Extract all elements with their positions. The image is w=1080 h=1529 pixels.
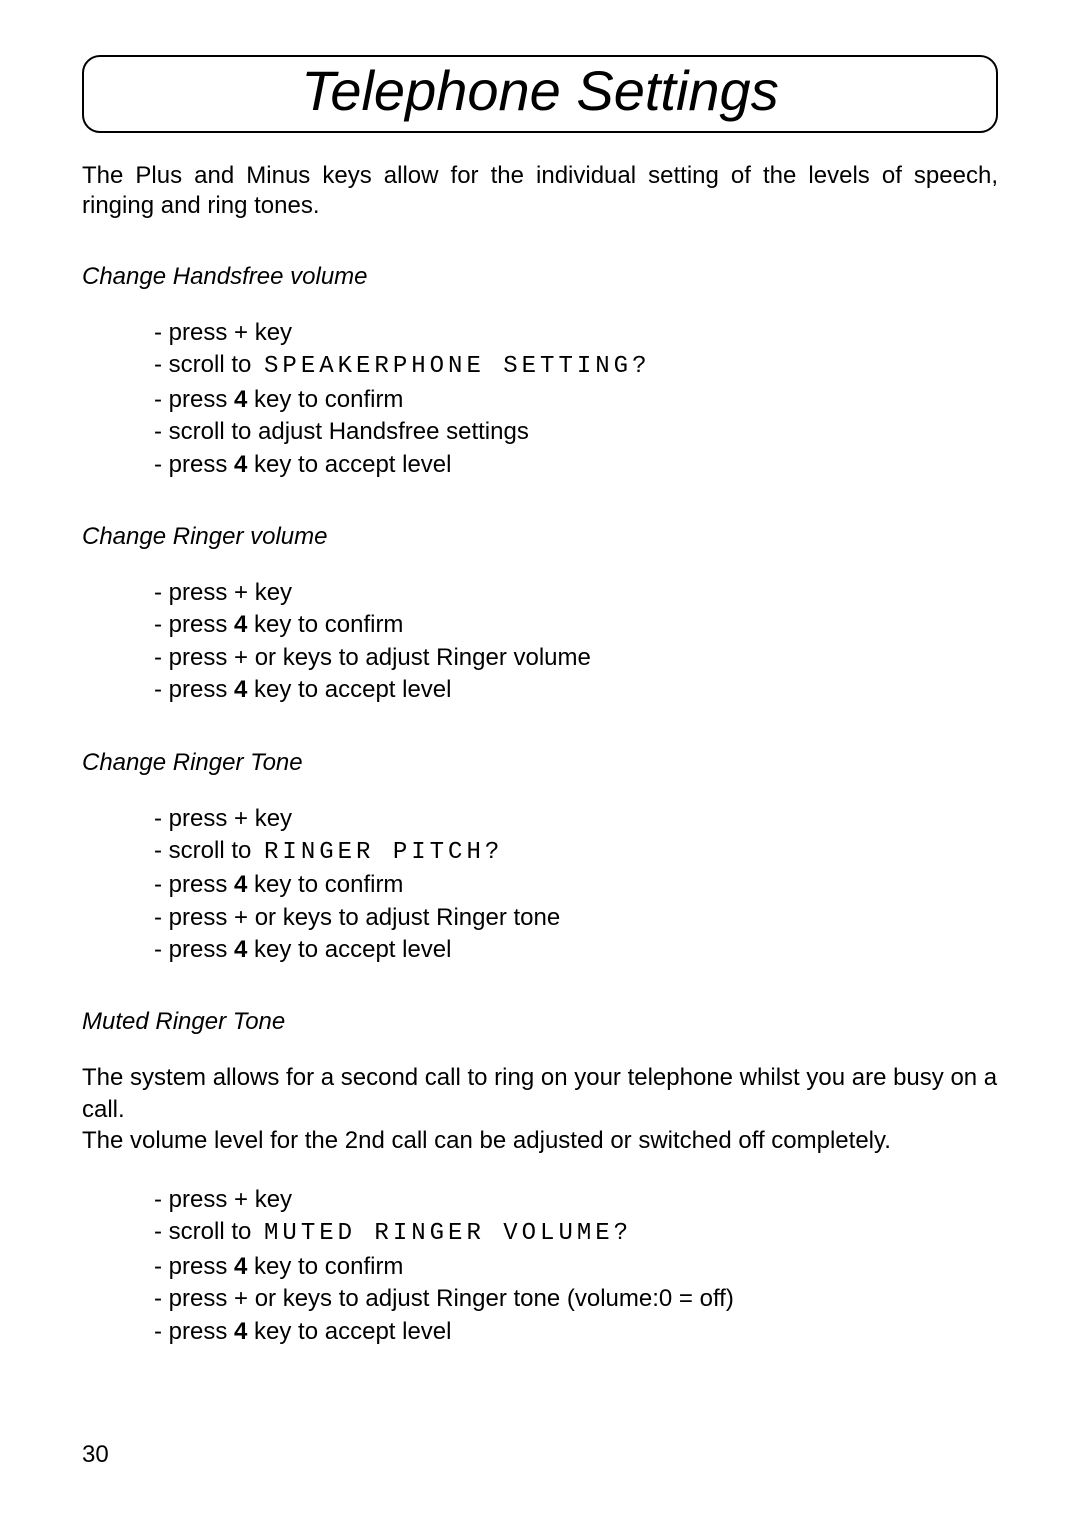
step: - press 4 key to accept level bbox=[154, 674, 998, 706]
paragraph-text: The volume level for the 2nd call can be… bbox=[82, 1127, 891, 1154]
step: - press + or keys to adjust Ringer tone … bbox=[154, 1283, 998, 1315]
step-text: - press + key bbox=[154, 1186, 292, 1213]
section-handsfree-label: Change Handsfree volume bbox=[82, 263, 998, 291]
key-label: 4 bbox=[234, 451, 247, 478]
step-text: - press + key bbox=[154, 319, 292, 346]
step: - press 4 key to confirm bbox=[154, 869, 998, 901]
step-text: - press + key bbox=[154, 805, 292, 832]
step-text: - press + or keys to adjust Ringer volum… bbox=[154, 644, 591, 671]
step-text: key to confirm bbox=[247, 871, 403, 898]
step-text: key to confirm bbox=[247, 1253, 403, 1280]
step-text: - press bbox=[154, 936, 234, 963]
step-text: - scroll to adjust Handsfree settings bbox=[154, 418, 529, 445]
key-label: 4 bbox=[234, 386, 247, 413]
section-muted-ringer-steps: - press + key - scroll to MUTED RINGER V… bbox=[82, 1184, 998, 1348]
step-text: - scroll to bbox=[154, 351, 258, 378]
step-text: - scroll to bbox=[154, 837, 258, 864]
lcd-text: SPEAKERPHONE SETTING? bbox=[264, 353, 650, 380]
step-text: key to accept level bbox=[247, 936, 451, 963]
step: - press 4 key to confirm bbox=[154, 1251, 998, 1283]
step-text: - press bbox=[154, 1318, 234, 1345]
paragraph-text: The system allows for a second call to r… bbox=[82, 1064, 997, 1122]
step-text: - press bbox=[154, 1253, 234, 1280]
step-text: - press bbox=[154, 451, 234, 478]
section-ringer-tone-label: Change Ringer Tone bbox=[82, 749, 998, 777]
section-muted-ringer-label: Muted Ringer Tone bbox=[82, 1008, 998, 1036]
step: - press + key bbox=[154, 577, 998, 609]
step-text: key to confirm bbox=[247, 611, 403, 638]
step-text: - press bbox=[154, 676, 234, 703]
step-text: key to accept level bbox=[247, 451, 451, 478]
step-text: key to accept level bbox=[247, 1318, 451, 1345]
section-ringer-volume-steps: - press + key - press 4 key to confirm -… bbox=[82, 577, 998, 707]
step: - scroll to adjust Handsfree settings bbox=[154, 416, 998, 448]
section-ringer-volume-label: Change Ringer volume bbox=[82, 523, 998, 551]
page-title: Telephone Settings bbox=[84, 63, 996, 119]
step: - scroll to MUTED RINGER VOLUME? bbox=[154, 1216, 998, 1250]
step-text: key to confirm bbox=[247, 386, 403, 413]
step-text: - scroll to bbox=[154, 1218, 258, 1245]
step: - press 4 key to confirm bbox=[154, 609, 998, 641]
document-page: Telephone Settings The Plus and Minus ke… bbox=[0, 0, 1080, 1529]
key-label: 4 bbox=[234, 676, 247, 703]
step-text: - press + or keys to adjust Ringer tone … bbox=[154, 1285, 734, 1312]
section-handsfree-steps: - press + key - scroll to SPEAKERPHONE S… bbox=[82, 317, 998, 481]
intro-paragraph: The Plus and Minus keys allow for the in… bbox=[82, 161, 998, 221]
step: - press 4 key to accept level bbox=[154, 449, 998, 481]
step-text: - press + or keys to adjust Ringer tone bbox=[154, 904, 560, 931]
step-text: - press bbox=[154, 611, 234, 638]
muted-ringer-paragraph: The system allows for a second call to r… bbox=[82, 1062, 998, 1156]
step: - press + or keys to adjust Ringer tone bbox=[154, 902, 998, 934]
title-box: Telephone Settings bbox=[82, 55, 998, 133]
step: - press 4 key to confirm bbox=[154, 384, 998, 416]
step-text: - press bbox=[154, 386, 234, 413]
step: - press 4 key to accept level bbox=[154, 1316, 998, 1348]
step-text: - press + key bbox=[154, 579, 292, 606]
step: - press + key bbox=[154, 1184, 998, 1216]
key-label: 4 bbox=[234, 871, 247, 898]
lcd-text: RINGER PITCH? bbox=[264, 839, 503, 866]
step: - scroll to RINGER PITCH? bbox=[154, 835, 998, 869]
section-ringer-tone-steps: - press + key - scroll to RINGER PITCH? … bbox=[82, 803, 998, 967]
step-text: key to accept level bbox=[247, 676, 451, 703]
key-label: 4 bbox=[234, 1253, 247, 1280]
step: - press + or keys to adjust Ringer volum… bbox=[154, 642, 998, 674]
step-text: - press bbox=[154, 871, 234, 898]
key-label: 4 bbox=[234, 611, 247, 638]
step: - press 4 key to accept level bbox=[154, 934, 998, 966]
key-label: 4 bbox=[234, 1318, 247, 1345]
page-number: 30 bbox=[82, 1441, 109, 1469]
step: - press + key bbox=[154, 317, 998, 349]
key-label: 4 bbox=[234, 936, 247, 963]
lcd-text: MUTED RINGER VOLUME? bbox=[264, 1220, 632, 1247]
step: - press + key bbox=[154, 803, 998, 835]
step: - scroll to SPEAKERPHONE SETTING? bbox=[154, 349, 998, 383]
